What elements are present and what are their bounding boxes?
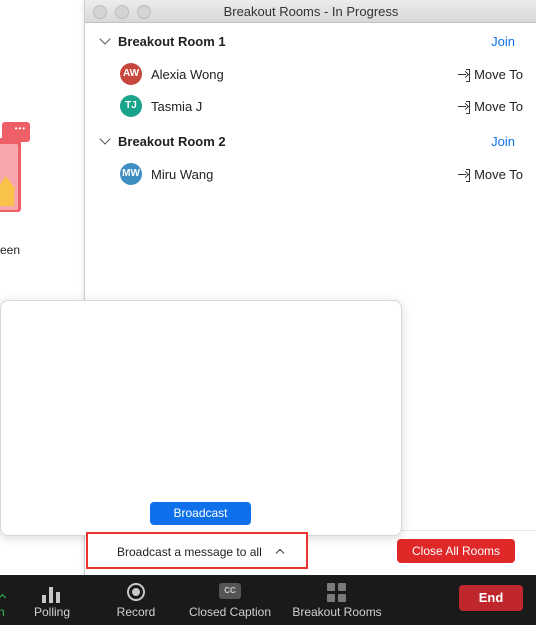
avatar: AW [120,63,142,85]
meeting-toolbar: n Polling Record CC Closed Caption Break… [0,575,536,625]
participant-row: AW Alexia Wong Move To [85,63,536,89]
room-name: Breakout Room 1 [118,34,226,49]
breakout-rooms-button[interactable]: Breakout Rooms [288,575,386,625]
polling-icon [42,585,62,603]
chevron-up-icon [275,548,285,558]
room-header-1[interactable]: Breakout Room 1 Join [85,33,536,57]
toolbar-partial-item[interactable]: n [0,575,14,625]
move-to-icon [458,168,471,182]
window-title: Breakout Rooms - In Progress [223,4,399,19]
move-to-button[interactable]: Move To [458,99,523,114]
closed-caption-button[interactable]: CC Closed Caption [180,575,280,625]
chevron-down-icon[interactable] [99,33,111,45]
move-to-label: Move To [474,67,523,82]
record-label: Record [116,605,156,619]
broadcast-message-toggle[interactable]: Broadcast a message to all [86,532,308,569]
breakout-rooms-label: Breakout Rooms [292,605,382,619]
room-header-2[interactable]: Breakout Room 2 Join [85,133,536,157]
participant-name: Miru Wang [151,167,214,182]
broadcast-button[interactable]: Broadcast [150,502,251,525]
move-to-icon [458,68,471,82]
room-name: Breakout Room 2 [118,134,226,149]
record-button[interactable]: Record [106,575,166,625]
breakout-rooms-icon [327,583,347,603]
move-to-label: Move To [474,167,523,182]
participant-name: Tasmia J [151,99,203,114]
join-room-2-button[interactable]: Join [491,134,515,149]
broadcast-message-input[interactable] [11,311,391,495]
window-dots: ••• [14,124,26,133]
end-meeting-button[interactable]: End [459,585,523,611]
polling-label: Polling [33,605,71,619]
partial-label: n [0,605,5,619]
chevron-down-icon[interactable] [99,133,111,145]
move-to-button[interactable]: Move To [458,167,523,182]
participant-name: Alexia Wong [151,67,224,82]
close-all-rooms-button[interactable]: Close All Rooms [397,539,515,563]
participant-row: MW Miru Wang Move To [85,163,536,189]
record-icon [127,583,145,601]
avatar: TJ [120,95,142,117]
broadcast-toggle-label: Broadcast a message to all [117,545,262,559]
closed-caption-label: Closed Caption [188,605,272,619]
polling-button[interactable]: Polling [22,575,82,625]
move-to-icon [458,100,471,114]
join-room-1-button[interactable]: Join [491,34,515,49]
broadcast-message-popup: Broadcast [0,300,402,536]
move-to-button[interactable]: Move To [458,67,523,82]
closed-caption-icon: CC [219,583,241,599]
share-screen-icon: ••• [0,122,34,212]
chevron-up-icon [0,593,7,602]
avatar: MW [120,163,142,185]
share-screen-label: een [0,243,21,257]
move-to-label: Move To [474,99,523,114]
title-bar: Breakout Rooms - In Progress [85,0,536,23]
participant-row: TJ Tasmia J Move To [85,95,536,121]
